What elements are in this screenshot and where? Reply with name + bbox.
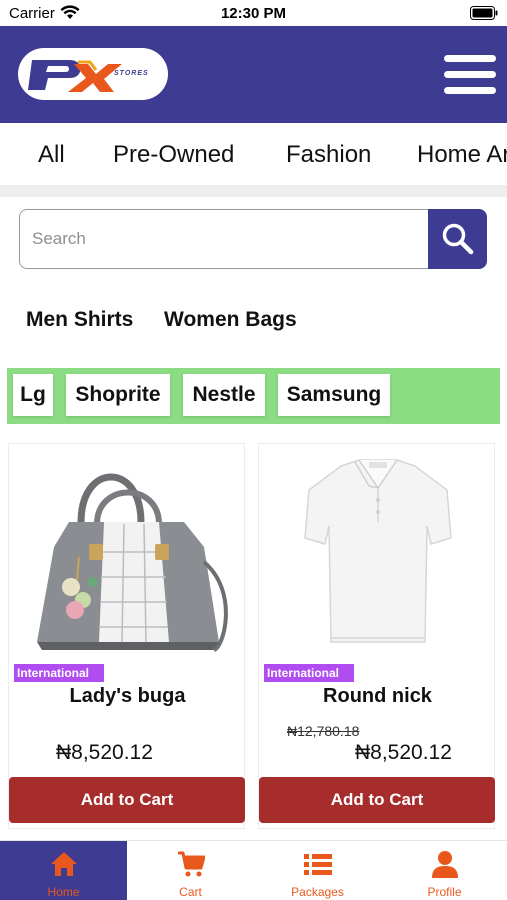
- brand-chip-shoprite[interactable]: Shoprite: [66, 374, 170, 416]
- handbag-image: [37, 473, 228, 652]
- product-old-price: ₦12,780.18: [287, 723, 360, 739]
- quick-link-men-shirts[interactable]: Men Shirts: [26, 308, 133, 332]
- battery-icon: [470, 6, 498, 20]
- list-icon: [304, 854, 332, 875]
- product-price: ₦8,520.12: [56, 741, 153, 764]
- menu-bar-icon: [444, 55, 496, 62]
- logo-subtitle: STORES: [114, 70, 149, 77]
- product-name: Lady's buga: [69, 685, 186, 707]
- nav-cart[interactable]: Cart: [127, 841, 254, 900]
- nav-label: Packages: [291, 885, 344, 899]
- add-to-cart-button[interactable]: Add to Cart: [9, 777, 245, 823]
- tab-home-appliances[interactable]: Home Ar: [417, 141, 507, 169]
- international-badge: International: [14, 664, 104, 682]
- tab-pre-owned[interactable]: Pre-Owned: [113, 141, 234, 169]
- home-icon: [51, 852, 77, 876]
- search-input[interactable]: [32, 222, 422, 256]
- nav-home[interactable]: Home: [0, 841, 127, 900]
- nav-profile[interactable]: Profile: [381, 841, 507, 900]
- section-divider: [0, 185, 507, 197]
- international-badge: International: [264, 664, 354, 682]
- search-icon: [442, 223, 474, 255]
- app-header: STORES: [0, 26, 507, 123]
- px-stores-logo[interactable]: STORES: [18, 48, 168, 100]
- category-tabs: All Pre-Owned Fashion Home Ar: [0, 123, 507, 185]
- tab-all[interactable]: All: [38, 141, 65, 169]
- cart-icon: [178, 851, 205, 877]
- product-card[interactable]: International Round nick ₦12,780.18 ₦8,5…: [258, 443, 495, 829]
- quick-link-women-bags[interactable]: Women Bags: [164, 308, 297, 332]
- brand-chip-samsung[interactable]: Samsung: [278, 374, 390, 416]
- nav-label: Home: [47, 885, 80, 899]
- product-card[interactable]: International Lady's buga ₦8,520.12 Add …: [8, 443, 245, 829]
- polo-shirt-image: [304, 459, 452, 643]
- user-icon: [432, 851, 458, 878]
- nav-label: Cart: [179, 885, 202, 899]
- menu-bar-icon: [444, 87, 496, 94]
- tab-fashion[interactable]: Fashion: [286, 141, 371, 169]
- brand-chip-nestle[interactable]: Nestle: [183, 374, 265, 416]
- product-price: ₦8,520.12: [355, 741, 452, 764]
- product-name: Round nick: [323, 685, 432, 707]
- status-time: 12:30 PM: [220, 5, 287, 22]
- add-to-cart-button[interactable]: Add to Cart: [259, 777, 495, 823]
- hamburger-menu-button[interactable]: [442, 53, 498, 97]
- search-button[interactable]: [428, 209, 487, 269]
- status-bar: Carrier 12:30 PM: [0, 0, 507, 26]
- brand-strip: Lg Shoprite Nestle Samsung: [7, 368, 500, 424]
- search-box: [19, 209, 431, 269]
- bottom-nav: Home Cart Packages Profile: [0, 840, 507, 900]
- brand-chip-lg[interactable]: Lg: [13, 374, 53, 416]
- nav-label: Profile: [427, 885, 462, 899]
- nav-packages[interactable]: Packages: [254, 841, 381, 900]
- menu-bar-icon: [444, 71, 496, 78]
